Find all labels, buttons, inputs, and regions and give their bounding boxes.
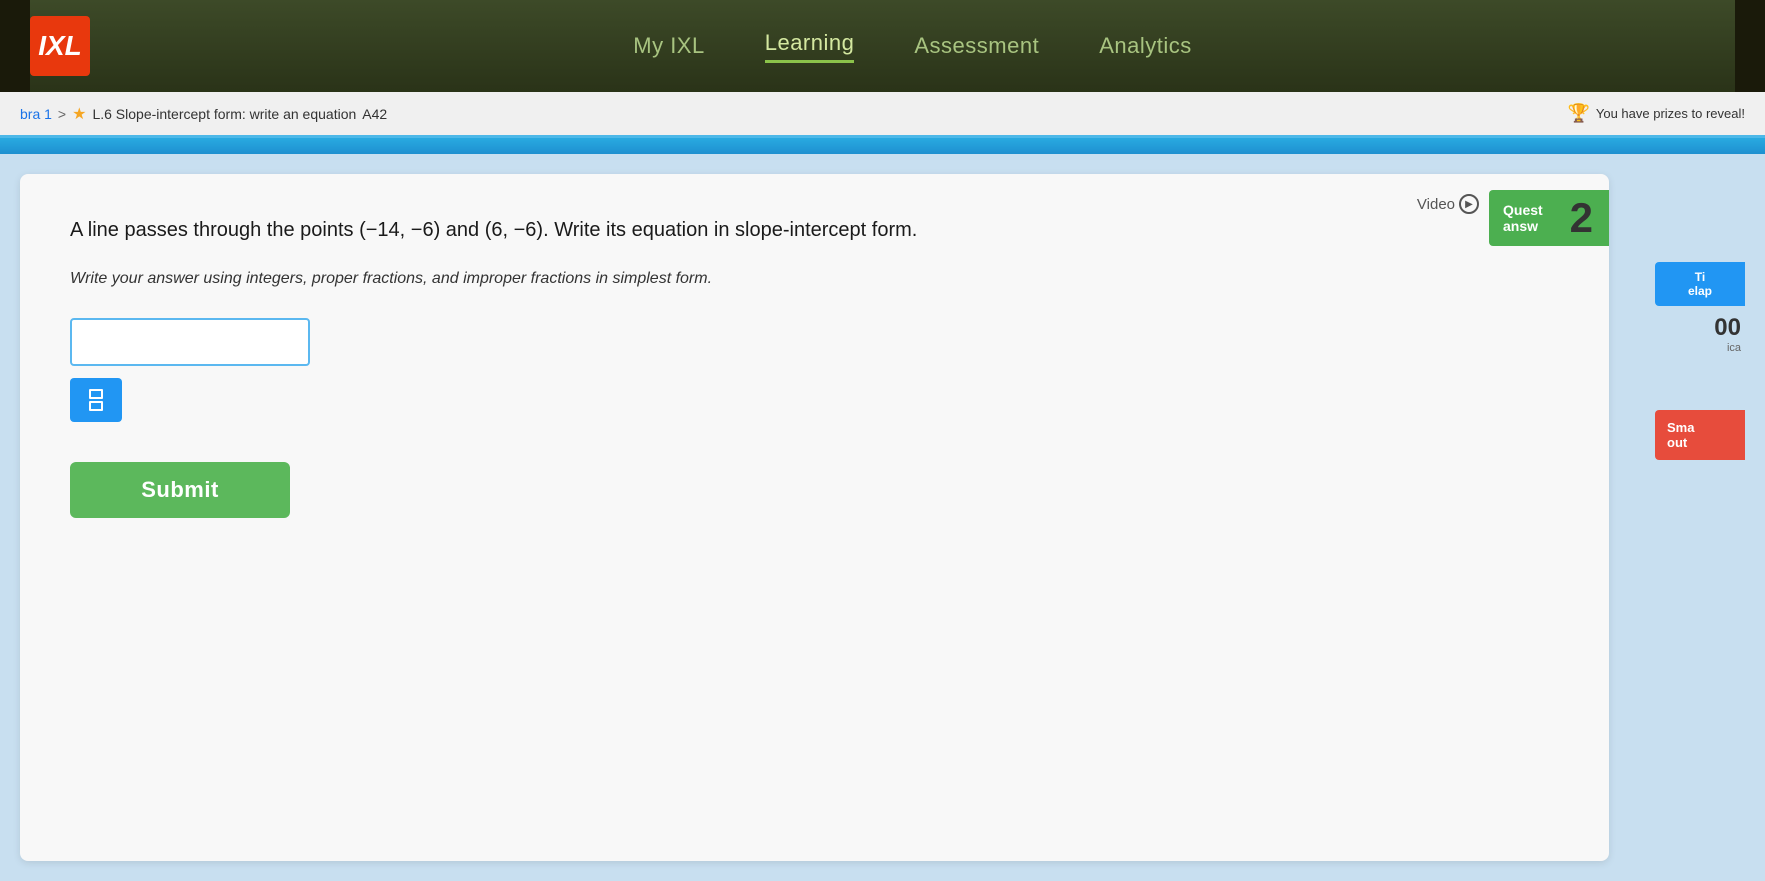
time-label: Tielap [1688,270,1712,298]
time-indicator: Tielap [1655,262,1745,306]
prizes-button[interactable]: 🏆 You have prizes to reveal! [1567,103,1745,124]
quest-label: Questansw [1503,202,1543,234]
smartscore-label: Smaout [1667,420,1694,450]
nav-links: My IXL Learning Assessment Analytics [90,30,1735,63]
breadcrumb-current: L.6 Slope-intercept form: write an equat… [92,106,356,122]
nav-link-analytics[interactable]: Analytics [1099,33,1192,59]
nav-link-assessment[interactable]: Assessment [914,33,1039,59]
breadcrumb-separator: > [58,106,66,122]
elapsed-sub: ica [1625,342,1741,354]
video-circle-icon: ▶ [1459,194,1479,214]
breadcrumb-star-icon[interactable]: ★ [72,104,86,124]
right-sidebar: Tielap 00 ica Smaout [1625,174,1745,861]
breadcrumb-code: A42 [362,106,387,122]
video-button[interactable]: Video ▶ [1417,194,1479,214]
question-text: A line passes through the points (−14, −… [70,214,970,246]
nav-link-my-ixl[interactable]: My IXL [633,33,704,59]
question-card: Video ▶ Questansw 2 A line passes throug… [20,174,1609,861]
ixl-logo[interactable]: IXL [30,16,90,76]
nav-bar: IXL My IXL Learning Assessment Analytics [0,0,1765,92]
trophy-icon: 🏆 [1567,103,1589,124]
nav-link-learning[interactable]: Learning [765,30,855,63]
fraction-numerator-box [89,389,103,399]
video-label: Video [1417,196,1455,213]
fraction-icon [89,389,103,411]
question-number-badge: 2 [1570,194,1593,242]
answer-input[interactable] [70,318,310,366]
blue-accent-band [0,138,1765,154]
breadcrumb-bar: bra 1 > ★ L.6 Slope-intercept form: writ… [0,92,1765,138]
main-content: Video ▶ Questansw 2 A line passes throug… [0,154,1765,881]
fraction-button[interactable] [70,378,122,422]
time-value: 00 [1625,314,1741,342]
fraction-denominator-box [89,401,103,411]
submit-button[interactable]: Submit [70,462,290,518]
prizes-label: You have prizes to reveal! [1596,106,1745,121]
smartscore-button[interactable]: Smaout [1655,410,1745,460]
time-display: 00 ica [1625,314,1745,354]
instruction-text: Write your answer using integers, proper… [70,270,970,288]
breadcrumb: bra 1 > ★ L.6 Slope-intercept form: writ… [20,104,387,124]
breadcrumb-parent-link[interactable]: bra 1 [20,106,52,122]
